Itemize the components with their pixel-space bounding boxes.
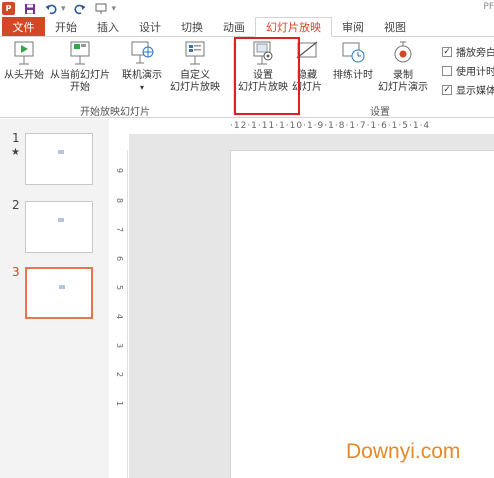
- present-online-label: 联机演示: [122, 70, 162, 81]
- custom-show-label-1: 自定义: [180, 70, 210, 81]
- ruler-tick-label: 8: [115, 197, 125, 204]
- powerpoint-icon: P: [2, 2, 15, 15]
- play-narrations-checkbox[interactable]: ✓ 播放旁白: [442, 44, 494, 59]
- from-current-slide-button[interactable]: 从当前幻灯片 开始: [50, 39, 110, 94]
- custom-show-icon: [185, 41, 205, 65]
- from-current-label-2: 开始: [70, 82, 90, 93]
- record-label-2: 幻灯片演示: [378, 82, 428, 93]
- slide-thumbnail[interactable]: [25, 201, 93, 253]
- redo-icon[interactable]: [74, 2, 87, 15]
- ruler-tick-label: 9: [115, 167, 125, 174]
- group-label-start-slide-show: 开始放映幻灯片: [80, 107, 150, 118]
- projector-play-icon: [14, 41, 34, 65]
- tab-animations[interactable]: 动画: [213, 17, 255, 36]
- quick-access-toolbar: P ▾ ▾ PF: [0, 0, 494, 17]
- tab-design[interactable]: 设计: [129, 17, 171, 36]
- ruler-tick-label: 7: [115, 226, 125, 233]
- save-icon[interactable]: [23, 2, 36, 15]
- custom-slide-show-button[interactable]: 自定义 幻灯片放映: [170, 39, 220, 94]
- rehearse-label: 排练计时: [333, 70, 373, 81]
- tab-view[interactable]: 视图: [374, 17, 416, 36]
- slide-editing-area[interactable]: [230, 150, 494, 478]
- from-beginning-button[interactable]: 从头开始: [4, 39, 44, 82]
- present-online-button[interactable]: 联机演示 ▾: [122, 39, 162, 94]
- watermark-text: Downyi.com: [346, 440, 461, 463]
- placeholder-mark: [58, 218, 64, 222]
- ruler-tick-label: 3: [115, 342, 125, 349]
- tab-review[interactable]: 审阅: [332, 17, 374, 36]
- rehearse-timings-button[interactable]: 排练计时: [333, 39, 373, 82]
- record-slide-show-button[interactable]: 录制 幻灯片演示: [378, 39, 428, 94]
- ruler-tick-label: 4: [115, 313, 125, 320]
- animation-star-icon: ★: [11, 147, 20, 158]
- vertical-ruler: 9 8 7 6 5 4 3 2 1: [114, 150, 128, 478]
- tab-transitions[interactable]: 切换: [171, 17, 213, 36]
- tab-slide-show[interactable]: 幻灯片放映: [255, 17, 332, 37]
- start-from-beginning-qat-icon[interactable]: [95, 2, 108, 15]
- customize-qat-icon[interactable]: ▾: [112, 4, 117, 14]
- ruler-tick-label: 5: [115, 284, 125, 291]
- slide-number: 2: [12, 198, 20, 212]
- play-narrations-label: 播放旁白: [456, 48, 494, 59]
- record-icon: [394, 41, 412, 63]
- placeholder-mark: [59, 285, 65, 289]
- tab-file[interactable]: 文件: [2, 17, 45, 36]
- checkbox-unchecked-icon: [442, 65, 452, 76]
- ruler-tick-label: 6: [115, 255, 125, 262]
- record-label-1: 录制: [393, 70, 413, 81]
- checkbox-checked-icon: ✓: [442, 46, 452, 57]
- ruler-tick-label: 2: [115, 371, 125, 378]
- slide-number: 1: [12, 131, 20, 145]
- from-beginning-label: 从头开始: [4, 70, 44, 81]
- placeholder-mark: [58, 150, 64, 154]
- group-label-setup: 设置: [370, 107, 390, 118]
- use-timings-checkbox[interactable]: 使用计时: [442, 63, 494, 78]
- rehearse-timings-icon: [342, 42, 365, 63]
- checkbox-checked-icon: ✓: [442, 84, 452, 95]
- highlight-box: [234, 37, 300, 115]
- undo-icon[interactable]: [44, 2, 57, 15]
- slide-number: 3: [12, 265, 20, 279]
- show-media-controls-checkbox[interactable]: ✓ 显示媒体: [442, 82, 494, 97]
- hide-slide-label-1: 隐藏: [297, 70, 317, 81]
- dropdown-arrow-icon[interactable]: ▾: [61, 4, 66, 14]
- slide-thumbnail-selected[interactable]: [25, 267, 93, 319]
- show-media-label: 显示媒体: [456, 86, 494, 97]
- title-fragment: PF: [483, 2, 494, 12]
- present-online-dropdown-icon[interactable]: ▾: [140, 82, 144, 94]
- ruler-tick-label: 1: [115, 400, 125, 407]
- custom-show-label-2: 幻灯片放映: [170, 82, 220, 93]
- slide-thumbnails-panel: 1 ★ 2 3: [0, 119, 109, 478]
- use-timings-label: 使用计时: [456, 67, 494, 78]
- projector-current-icon: [70, 41, 90, 65]
- tab-home[interactable]: 开始: [45, 17, 87, 36]
- present-online-icon: [131, 41, 154, 64]
- horizontal-ruler: ·12·1·11·1·10·1·9·1·8·1·7·1·6·1·5·1·4: [230, 121, 431, 131]
- slide-thumbnail[interactable]: [25, 133, 93, 185]
- from-current-label-1: 从当前幻灯片: [50, 70, 110, 81]
- ribbon-tabs: 文件 开始 插入 设计 切换 动画 幻灯片放映 审阅 视图: [0, 17, 494, 37]
- tab-insert[interactable]: 插入: [87, 17, 129, 36]
